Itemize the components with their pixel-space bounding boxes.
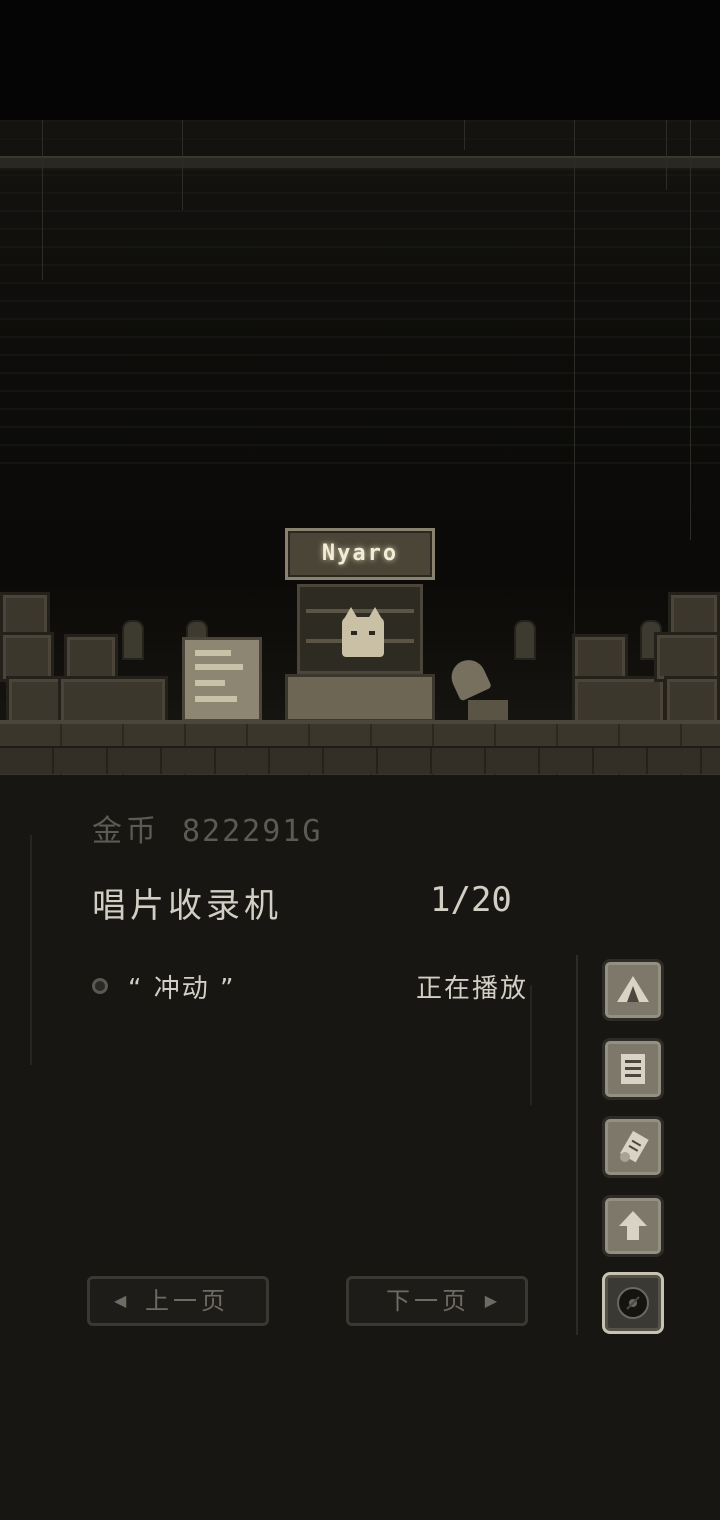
crate bbox=[58, 676, 168, 726]
prev-page-button[interactable]: ◀ 上一页 bbox=[87, 1276, 269, 1326]
side-button-camp[interactable] bbox=[602, 959, 664, 1021]
gold-value: 822291G bbox=[182, 814, 323, 849]
gold-label: 金币 bbox=[92, 814, 160, 849]
rain-streak bbox=[182, 120, 183, 210]
page-title: 唱片收录机 bbox=[92, 886, 282, 926]
record-status: 正在播放 bbox=[415, 974, 528, 1004]
side-button-notes[interactable] bbox=[602, 1038, 664, 1100]
shop-counter bbox=[285, 674, 435, 722]
side-button-upgrade[interactable] bbox=[602, 1195, 664, 1257]
crate bbox=[654, 632, 720, 682]
crate bbox=[572, 634, 628, 682]
page-indicator: 1/20 bbox=[430, 880, 512, 920]
upgrade-arrow-icon bbox=[619, 1211, 647, 1240]
record-title: “ 冲动 ” bbox=[128, 974, 236, 1004]
rain-streak bbox=[666, 120, 667, 190]
panel-frame-line bbox=[30, 835, 32, 1065]
background-wall bbox=[0, 120, 720, 480]
prev-page-label: 上一页 bbox=[145, 1287, 229, 1315]
rain-streak bbox=[464, 120, 465, 150]
shop-booth bbox=[297, 584, 423, 674]
tent-icon bbox=[617, 976, 649, 1002]
crate bbox=[572, 676, 666, 726]
top-letterbox bbox=[0, 0, 720, 120]
ceiling-pipe bbox=[0, 156, 720, 170]
rain-streak bbox=[690, 120, 691, 540]
arched-window bbox=[122, 620, 144, 660]
crate bbox=[0, 632, 54, 682]
record-list-item[interactable]: “ 冲动 ” 正在播放 bbox=[92, 966, 532, 1006]
side-button-scroll[interactable] bbox=[602, 1116, 664, 1178]
shop-scene: Nyaro bbox=[0, 120, 720, 775]
shop-stall: Nyaro bbox=[285, 528, 435, 723]
arched-window bbox=[514, 620, 536, 660]
gramophone bbox=[445, 654, 508, 722]
sidebar-divider bbox=[576, 955, 578, 1335]
record-bullet-icon bbox=[92, 978, 108, 994]
notebook-icon bbox=[621, 1054, 645, 1084]
next-page-label: 下一页 bbox=[386, 1287, 470, 1315]
gold-counter: 金币 822291G bbox=[92, 806, 322, 850]
rain-streak bbox=[42, 120, 43, 280]
record-disc-icon bbox=[617, 1287, 649, 1319]
arrow-right-icon: ▶ bbox=[484, 1291, 501, 1310]
next-page-button[interactable]: 下一页 ▶ bbox=[346, 1276, 528, 1326]
shop-sign-text: Nyaro bbox=[321, 541, 399, 566]
brick-floor bbox=[0, 720, 720, 775]
shop-sign: Nyaro bbox=[285, 528, 435, 580]
cat-shopkeeper bbox=[342, 607, 384, 657]
scroll-icon bbox=[620, 1130, 649, 1163]
notice-board bbox=[182, 637, 262, 722]
crate bbox=[664, 676, 720, 726]
crate bbox=[6, 676, 64, 726]
arrow-left-icon: ◀ bbox=[114, 1291, 131, 1310]
side-button-records[interactable] bbox=[602, 1272, 664, 1334]
crate bbox=[64, 634, 118, 682]
